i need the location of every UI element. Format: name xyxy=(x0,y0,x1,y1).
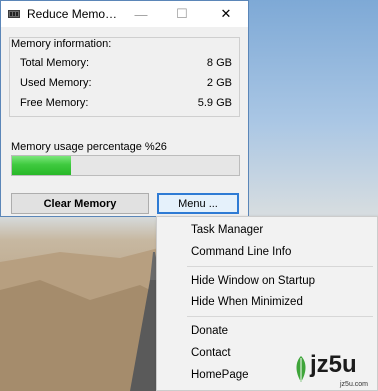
watermark-logo-text: jz5u xyxy=(310,351,357,378)
menu-separator xyxy=(187,266,373,267)
menu-item-command-line-info[interactable]: Command Line Info xyxy=(191,246,291,258)
usage-percentage-label: Memory usage percentage %26 xyxy=(11,141,167,153)
menu-item-hide-when-minimized[interactable]: Hide When Minimized xyxy=(191,296,303,308)
memory-usage-progress-bar xyxy=(11,155,240,176)
used-memory-label: Used Memory: xyxy=(20,77,92,89)
used-memory-row: Used Memory: 2 GB xyxy=(20,77,232,89)
menu-item-homepage[interactable]: HomePage xyxy=(191,369,249,381)
total-memory-value: 8 GB xyxy=(206,57,232,69)
window-title: Reduce Memo… xyxy=(27,7,118,21)
memory-info-heading: Memory information: xyxy=(10,38,113,50)
total-memory-row: Total Memory: 8 GB xyxy=(20,57,232,69)
menu-item-donate[interactable]: Donate xyxy=(191,325,228,337)
menu-item-task-manager[interactable]: Task Manager xyxy=(191,224,263,236)
free-memory-label: Free Memory: xyxy=(20,97,89,109)
maximize-button[interactable]: ☐ xyxy=(165,1,199,27)
title-bar[interactable]: Reduce Memo… — ☐ ✕ xyxy=(1,1,248,27)
leaf-logo-icon xyxy=(293,354,309,387)
clear-memory-button[interactable]: Clear Memory xyxy=(11,193,149,214)
memory-chip-icon xyxy=(7,8,21,23)
minimize-button[interactable]: — xyxy=(124,1,158,27)
used-memory-value: 2 GB xyxy=(206,77,232,89)
free-memory-row: Free Memory: 5.9 GB xyxy=(20,97,232,109)
menu-item-hide-window-on-startup[interactable]: Hide Window on Startup xyxy=(191,275,315,287)
menu-separator xyxy=(187,316,373,317)
total-memory-label: Total Memory: xyxy=(20,57,90,69)
progress-fill xyxy=(12,156,72,175)
menu-item-contact[interactable]: Contact xyxy=(191,347,231,359)
watermark-subtext: jz5u.com xyxy=(340,381,369,388)
free-memory-value: 5.9 GB xyxy=(197,97,232,109)
menu-button[interactable]: Menu ... xyxy=(157,193,239,214)
close-button[interactable]: ✕ xyxy=(209,1,243,27)
